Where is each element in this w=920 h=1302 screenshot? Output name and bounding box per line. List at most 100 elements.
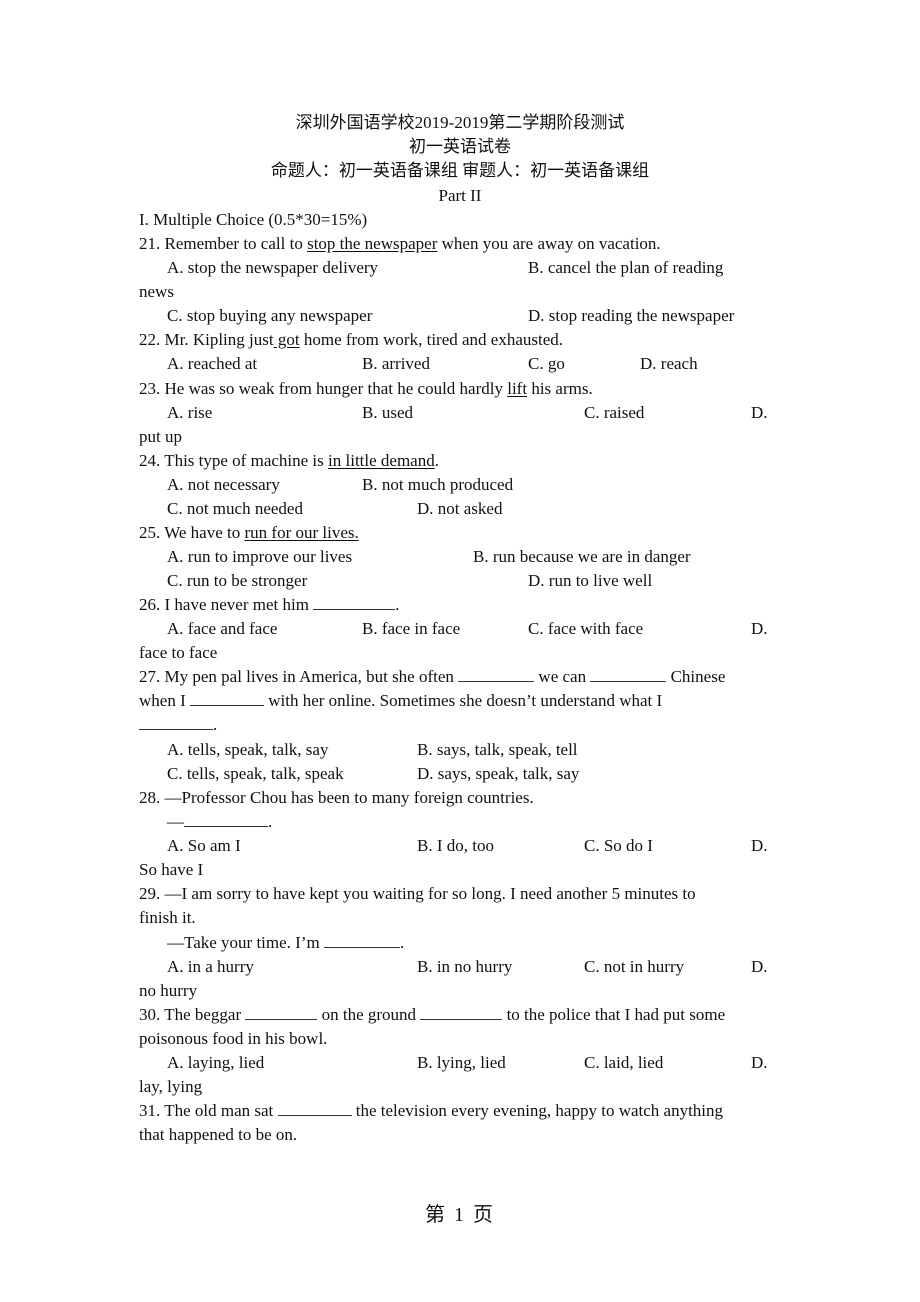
question-number: 31.	[139, 1101, 161, 1120]
page-number: 第 1 页	[425, 1204, 495, 1226]
exam-subtitle: 初一英语试卷	[409, 137, 511, 156]
question-number: 30.	[139, 1005, 161, 1024]
answer-blank[interactable]	[277, 1101, 352, 1116]
question-28-reply: —.	[167, 810, 272, 834]
question-26-stem: 26. I have never met him .	[139, 593, 399, 617]
stem-text: home from work, tired and exhausted.	[299, 330, 564, 349]
question-28-option-wrap: So have I	[139, 860, 204, 879]
question-number: 25.	[139, 523, 161, 542]
answer-blank[interactable]	[590, 667, 667, 682]
question-number: 21.	[139, 234, 161, 253]
question-number: 22.	[139, 330, 161, 349]
question-21-option-a: A. stop the newspaper delivery	[167, 258, 379, 277]
question-27-stem-line2: when I with her online. Sometimes she do…	[139, 689, 662, 713]
question-25-option-d: D. run to live well	[528, 571, 653, 590]
stem-text: the television every evening, happy to w…	[355, 1101, 724, 1120]
question-23-option-a: A. rise	[167, 403, 213, 422]
stem-text: —Professor Chou has been to many foreign…	[160, 788, 534, 807]
question-number: 24.	[139, 451, 161, 470]
question-22-option-c: C. go	[528, 354, 565, 373]
stem-text: .	[434, 451, 439, 470]
question-29-option-wrap: no hurry	[139, 981, 198, 1000]
question-21-option-wrap: news	[139, 282, 174, 301]
question-25-option-b: B. run because we are in danger	[473, 547, 691, 566]
question-25-stem: 25. We have to run for our lives.	[139, 521, 359, 545]
underlined-phrase: in little demand	[328, 451, 435, 470]
stem-text: I have never met him	[160, 595, 309, 614]
question-27-stem-line3: .	[139, 713, 217, 737]
question-29-option-b: B. in no hurry	[417, 957, 513, 976]
stem-text: .	[399, 933, 405, 952]
question-24-option-a: A. not necessary	[167, 475, 280, 494]
part-label: Part II	[438, 186, 482, 205]
answer-blank[interactable]	[184, 812, 268, 827]
question-29-reply: —Take your time. I’m .	[167, 931, 404, 955]
question-21-option-d: D. stop reading the newspaper	[528, 306, 735, 325]
question-24-option-b: B. not much produced	[362, 475, 514, 494]
stem-text: —I am sorry to have kept you waiting for…	[160, 884, 696, 903]
question-27-stem: 27. My pen pal lives in America, but she…	[139, 665, 725, 689]
answer-blank[interactable]	[313, 595, 396, 610]
stem-text: with her online. Sometimes she doesn’t u…	[268, 691, 663, 710]
answer-blank[interactable]	[245, 1005, 318, 1020]
stem-text: The beggar	[160, 1005, 242, 1024]
question-28-option-a: A. So am I	[167, 836, 241, 855]
stem-text: on the ground	[321, 1005, 417, 1024]
question-29-option-a: A. in a hurry	[167, 957, 254, 976]
stem-text: .	[268, 812, 273, 831]
question-29-stem: 29. —I am sorry to have kept you waiting…	[139, 882, 696, 906]
question-26-option-b: B. face in face	[362, 619, 461, 638]
answer-blank[interactable]	[458, 667, 535, 682]
stem-text: This type of machine is	[160, 451, 329, 470]
stem-text: Chinese	[670, 667, 726, 686]
question-21-stem: 21. Remember to call to stop the newspap…	[139, 232, 661, 256]
question-23-option-d: D.	[751, 403, 768, 422]
question-27-option-a: A. tells, speak, talk, say	[167, 740, 329, 759]
underlined-phrase: stop the newspaper	[307, 234, 438, 253]
question-number: 28.	[139, 788, 161, 807]
question-26-option-d: D.	[751, 619, 768, 638]
stem-text: We have to	[160, 523, 245, 542]
underlined-phrase: got	[273, 330, 300, 349]
question-29-option-d: D.	[751, 957, 768, 976]
stem-text: My pen pal lives in America, but she oft…	[160, 667, 454, 686]
underlined-phrase: run for our lives.	[244, 523, 359, 542]
stem-text: his arms.	[527, 379, 593, 398]
question-26-option-c: C. face with face	[528, 619, 644, 638]
question-28-option-d: D.	[751, 836, 768, 855]
stem-text: He was so weak from hunger that he could…	[160, 379, 508, 398]
question-26-option-a: A. face and face	[167, 619, 278, 638]
question-23-option-wrap: put up	[139, 427, 182, 446]
question-30-option-a: A. laying, lied	[167, 1053, 265, 1072]
question-30-stem-line2: poisonous food in his bowl.	[139, 1029, 328, 1048]
question-24-option-d: D. not asked	[417, 499, 503, 518]
question-24-option-c: C. not much needed	[167, 499, 303, 518]
exam-authors: 命题人：初一英语备课组 审题人：初一英语备课组	[270, 161, 650, 180]
question-23-option-b: B. used	[362, 403, 413, 422]
stem-text: .	[213, 715, 218, 734]
stem-text: The old man sat	[160, 1101, 274, 1120]
answer-blank[interactable]	[420, 1005, 503, 1020]
answer-blank[interactable]	[139, 715, 213, 730]
question-27-option-d: D. says, speak, talk, say	[417, 764, 580, 783]
question-31-stem: 31. The old man sat the television every…	[139, 1099, 723, 1123]
question-28-option-b: B. I do, too	[417, 836, 494, 855]
question-29-option-c: C. not in hurry	[584, 957, 685, 976]
question-number: 26.	[139, 595, 161, 614]
answer-blank[interactable]	[189, 691, 264, 706]
underlined-phrase: lift	[507, 379, 528, 398]
question-22-option-b: B. arrived	[362, 354, 430, 373]
question-21-option-b: B. cancel the plan of reading	[528, 258, 724, 277]
question-29-stem-line2: finish it.	[139, 908, 196, 927]
document-page: 深圳外国语学校2019-2019第二学期阶段测试 初一英语试卷 命题人：初一英语…	[0, 0, 920, 1302]
question-25-option-c: C. run to be stronger	[167, 571, 308, 590]
dash: —	[167, 812, 184, 831]
stem-text: we can	[538, 667, 587, 686]
question-30-option-b: B. lying, lied	[417, 1053, 506, 1072]
question-22-stem: 22. Mr. Kipling just got home from work,…	[139, 328, 563, 352]
question-30-stem: 30. The beggar on the ground to the poli…	[139, 1003, 725, 1027]
stem-text: .	[395, 595, 400, 614]
question-25-option-a: A. run to improve our lives	[167, 547, 353, 566]
question-number: 23.	[139, 379, 161, 398]
answer-blank[interactable]	[323, 933, 400, 948]
